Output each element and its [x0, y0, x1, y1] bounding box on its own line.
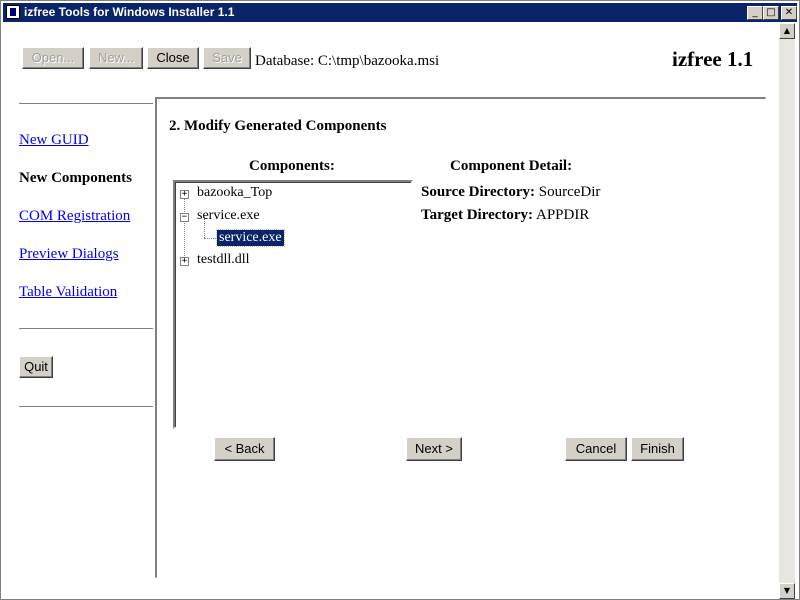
- nav-preview-dialogs[interactable]: Preview Dialogs: [19, 246, 119, 263]
- sidebar-divider: [19, 103, 153, 105]
- close-button[interactable]: Close: [147, 47, 199, 69]
- next-button[interactable]: Next >: [406, 437, 462, 461]
- open-button[interactable]: Open...: [22, 47, 84, 69]
- back-button[interactable]: < Back: [214, 437, 275, 461]
- save-button[interactable]: Save: [203, 47, 251, 69]
- vertical-scrollbar[interactable]: ▲ ▼: [779, 23, 795, 599]
- target-directory-value: APPDIR: [535, 207, 590, 223]
- maximize-button[interactable]: □: [763, 6, 779, 20]
- collapse-icon[interactable]: −: [180, 213, 189, 222]
- new-button[interactable]: New...: [89, 47, 143, 69]
- expand-icon[interactable]: +: [180, 257, 189, 266]
- nav-new-components: New Components: [19, 170, 132, 186]
- nav-com-registration[interactable]: COM Registration: [19, 208, 130, 225]
- components-heading: Components:: [249, 158, 335, 174]
- minimize-button[interactable]: _: [747, 6, 763, 20]
- tree-node-service-exe[interactable]: service.exe: [197, 208, 260, 224]
- app-icon: [6, 5, 20, 19]
- finish-button[interactable]: Finish: [631, 437, 684, 461]
- target-directory-label: Target Directory:: [421, 207, 534, 223]
- title-bar[interactable]: izfree Tools for Windows Installer 1.1 _…: [3, 3, 797, 22]
- scroll-up-icon[interactable]: ▲: [779, 23, 795, 39]
- tree-node-service-exe-child[interactable]: service.exe: [216, 229, 285, 247]
- step-title: 2. Modify Generated Components: [169, 118, 387, 134]
- source-directory-label: Source Directory:: [421, 184, 535, 200]
- database-path: Database: C:\tmp\bazooka.msi: [255, 53, 440, 69]
- components-tree[interactable]: + bazooka_Top − service.exe service.exe …: [173, 180, 413, 429]
- tree-node-bazooka-top[interactable]: bazooka_Top: [197, 185, 272, 201]
- app-version: izfree 1.1: [672, 47, 754, 71]
- tree-connector: [204, 238, 216, 239]
- nav-new-guid[interactable]: New GUID: [19, 132, 89, 149]
- sidebar-divider: [19, 328, 153, 330]
- nav-table-validation[interactable]: Table Validation: [19, 284, 117, 301]
- scroll-down-icon[interactable]: ▼: [779, 583, 795, 599]
- quit-button[interactable]: Quit: [19, 356, 53, 378]
- expand-icon[interactable]: +: [180, 190, 189, 199]
- tree-node-testdll[interactable]: testdll.dll: [197, 252, 250, 268]
- app-window: izfree Tools for Windows Installer 1.1 _…: [0, 0, 800, 600]
- target-directory-row: Target Directory: APPDIR: [421, 207, 589, 224]
- window-title: izfree Tools for Windows Installer 1.1: [24, 5, 235, 19]
- sidebar-divider: [19, 406, 153, 408]
- tree-connector: [184, 196, 185, 262]
- source-directory-row: Source Directory: SourceDir: [421, 184, 600, 201]
- close-window-button[interactable]: ✕: [781, 6, 797, 20]
- cancel-button[interactable]: Cancel: [565, 437, 627, 461]
- component-detail-heading: Component Detail:: [450, 158, 573, 174]
- source-directory-value: SourceDir: [538, 184, 601, 200]
